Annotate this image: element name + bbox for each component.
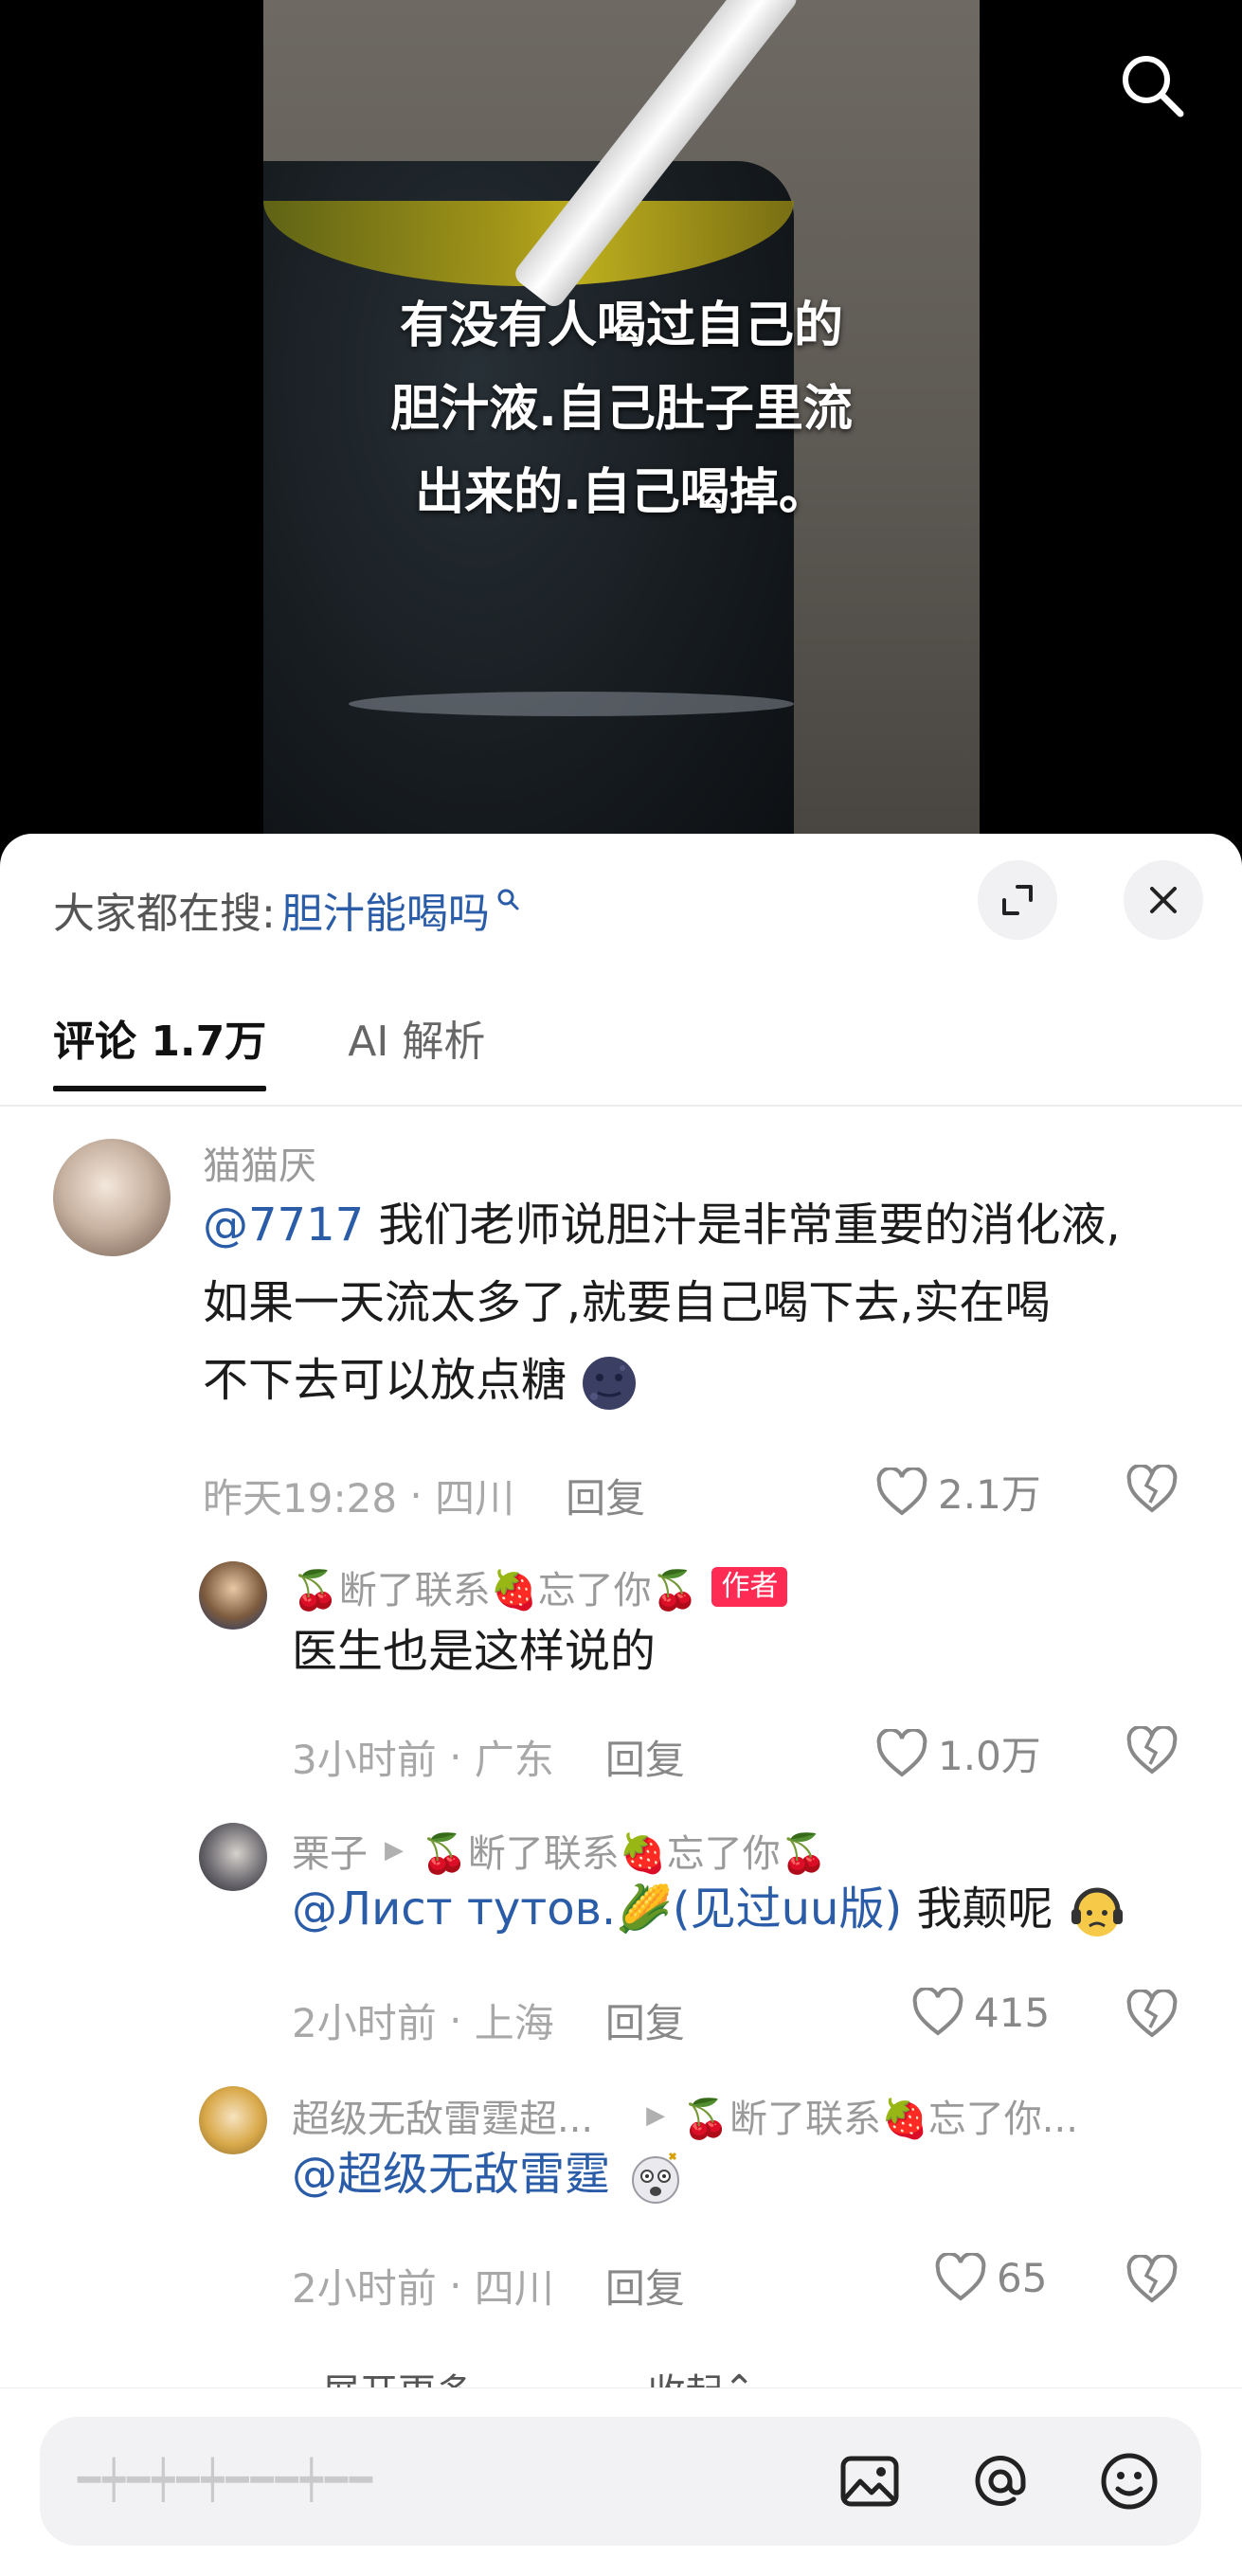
comment-meta: 2小时前 · 四川 回复 (292, 2257, 685, 2315)
dislike-button[interactable] (1125, 1463, 1179, 1518)
comment-time: 3小时前 (292, 1737, 437, 1783)
comment-mention[interactable]: @Лист тутов.🌽(见过uu版) (292, 1882, 902, 1936)
meta-dot: · (436, 1997, 475, 2044)
tab-ai-analysis[interactable]: AI 解析 (348, 995, 485, 1090)
moon-face-emoji (583, 1357, 637, 1410)
comment-text-line: 我们老师说胆汁是非常重要的消化液, (364, 1198, 1121, 1252)
like-button[interactable]: 65 (934, 2253, 1047, 2302)
comment-tabs: 评论 1.7万 AI 解析 (53, 995, 567, 1091)
comment-location: 四川 (474, 2265, 554, 2312)
reply-button[interactable]: 回复 (605, 1991, 685, 2049)
comment-text: 医生也是这样说的 (292, 1625, 657, 1678)
trending-label: 大家都在搜: (53, 890, 276, 938)
comment-input[interactable]: ━┿━┿━┿━━━┿━━ (40, 2417, 1201, 2546)
avatar[interactable] (199, 1823, 267, 1891)
heart-icon (876, 1728, 927, 1777)
caption-line: 有没有人喝过自己的 (399, 297, 843, 354)
meta-dot: · (436, 1734, 475, 1780)
avatar[interactable] (53, 1139, 171, 1256)
mention-icon[interactable] (968, 2449, 1033, 2513)
comment-meta: 3小时前 · 广东 回复 (292, 1728, 685, 1786)
trending-term[interactable]: 胆汁能喝吗 (281, 879, 490, 940)
video-player[interactable]: 有没有人喝过自己的 胆汁液.自己肚子里流 出来的.自己喝掉。 (0, 0, 1242, 834)
like-button[interactable]: 2.1万 (875, 1463, 1041, 1521)
caption-line: 胆汁液.自己肚子里流 (390, 381, 853, 438)
broken-heart-icon (1126, 1988, 1178, 2038)
reply-button[interactable]: 回复 (566, 1467, 645, 1524)
like-count: 415 (974, 1989, 1051, 2036)
like-button[interactable]: 415 (911, 1988, 1050, 2037)
comment-time: 2小时前 (292, 2000, 437, 2046)
comment-time: 2小时前 (292, 2265, 437, 2312)
reply-button[interactable]: 回复 (605, 2257, 685, 2315)
broken-heart-icon (1126, 1724, 1178, 1774)
caption-line: 出来的.自己喝掉。 (415, 464, 828, 521)
avatar[interactable] (199, 2086, 267, 2154)
reply-arrow-icon: ▶ (385, 1836, 404, 1864)
comment-username[interactable]: 猫猫厌 (203, 1135, 316, 1190)
like-button[interactable]: 1.0万 (875, 1724, 1041, 1782)
dislike-button[interactable] (1125, 1724, 1179, 1779)
comment-location: 上海 (474, 2000, 554, 2046)
comment-username[interactable]: 🍒断了联系🍓忘了你🍒 作者 (292, 1559, 788, 1614)
dislike-button[interactable] (1125, 2253, 1179, 2308)
comment-sheet: 大家都在搜: 胆汁能喝吗 评论 1.7万 AI 解析 猫猫厌 @7717 我们老… (0, 834, 1242, 2576)
meta-dot: · (436, 2262, 475, 2309)
close-icon (1150, 887, 1177, 913)
image-icon[interactable] (837, 2449, 902, 2513)
reply-to-username[interactable]: 🍒断了联系🍓忘了你... (682, 2088, 1078, 2143)
reply-arrow-icon: ▶ (646, 2101, 666, 2130)
meta-dot: · (397, 1472, 436, 1519)
close-button[interactable] (1124, 860, 1203, 940)
broken-heart-icon (1126, 1463, 1178, 1513)
comment-meta: 2小时前 · 上海 回复 (292, 1991, 685, 2049)
author-badge: 作者 (711, 1567, 788, 1607)
headphones-face-emoji (1071, 1887, 1123, 1937)
trending-search[interactable]: 大家都在搜: 胆汁能喝吗 (53, 872, 522, 947)
search-icon[interactable] (1116, 49, 1188, 121)
shocked-face-emoji (632, 2152, 680, 2204)
comment-text-line: 不下去可以放点糖 (203, 1354, 567, 1407)
broken-heart-icon (1126, 2253, 1178, 2303)
comment-text: @超级无敌雷霆 (292, 2135, 687, 2213)
username-text: 🍒断了联系🍓忘了你🍒 (292, 1569, 699, 1612)
dislike-button[interactable] (1125, 1988, 1179, 2043)
like-count: 1.0万 (938, 1733, 1041, 1779)
video-frame[interactable]: 有没有人喝过自己的 胆汁液.自己肚子里流 出来的.自己喝掉。 (263, 0, 980, 834)
tab-comments[interactable]: 评论 1.7万 (53, 995, 267, 1091)
avatar[interactable] (199, 1561, 267, 1630)
comment-location: 四川 (435, 1475, 515, 1522)
heart-icon (876, 1467, 927, 1516)
video-cup-band (349, 692, 794, 716)
heart-icon (912, 1988, 963, 2036)
comment-text: @Лист тутов.🌽(见过uu版) 我颠呢 (292, 1870, 1126, 1948)
expand-button[interactable] (978, 860, 1057, 940)
comment-input-bar: ━┿━┿━┿━━━┿━━ (0, 2387, 1242, 2576)
comment-mention[interactable]: @7717 (203, 1198, 364, 1252)
comment-text-line: 如果一天流太多了,就要自己喝下去,实在喝 (203, 1276, 1051, 1329)
video-caption: 有没有人喝过自己的 胆汁液.自己肚子里流 出来的.自己喝掉。 (263, 284, 980, 534)
comment-location: 广东 (474, 1737, 554, 1783)
small-search-icon (497, 889, 519, 910)
heart-icon (935, 2253, 986, 2301)
comment-text-line: 我颠呢 (916, 1882, 1053, 1936)
emoji-icon[interactable] (1097, 2449, 1161, 2513)
comment-time: 昨天19:28 (203, 1475, 398, 1522)
like-count: 2.1万 (938, 1471, 1041, 1518)
reply-button[interactable]: 回复 (605, 1728, 685, 1786)
like-count: 65 (997, 2254, 1048, 2301)
comment-meta: 昨天19:28 · 四川 回复 (203, 1467, 645, 1524)
comment-text: @7717 我们老师说胆汁是非常重要的消化液, 如果一天流太多了,就要自己喝下去… (203, 1186, 1207, 1419)
input-placeholder: ━┿━┿━┿━━━┿━━ (78, 2459, 374, 2502)
expand-icon (1002, 885, 1033, 915)
comment-mention[interactable]: @超级无敌雷霆 (292, 2148, 610, 2201)
tabs-divider (0, 1105, 1242, 1107)
